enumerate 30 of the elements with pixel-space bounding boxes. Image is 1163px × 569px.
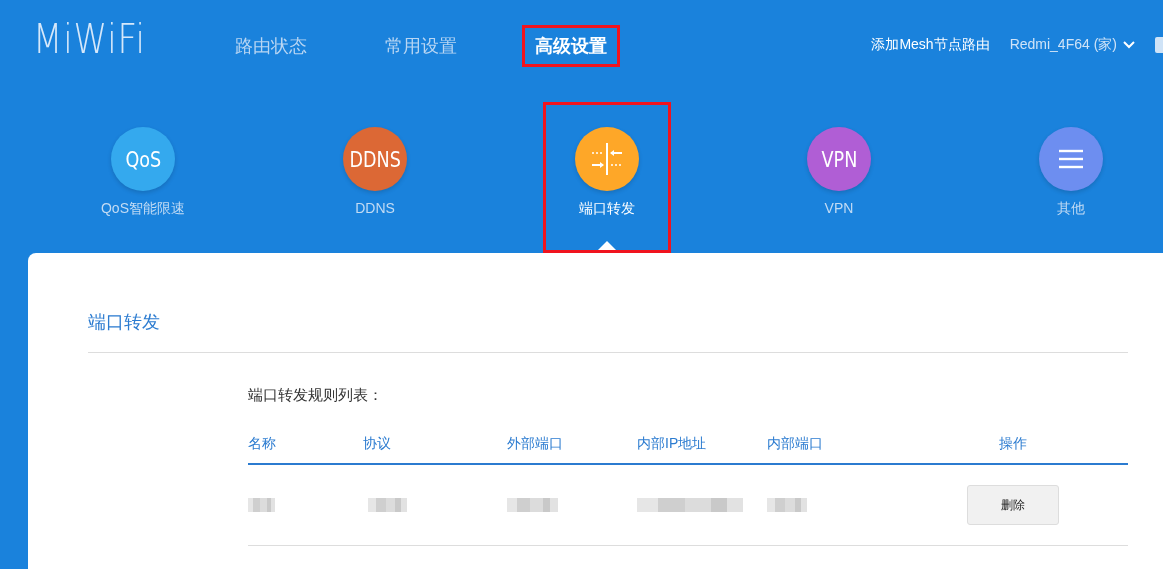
add-mesh-link[interactable]: 添加Mesh节点路由 <box>871 36 990 54</box>
feature-item[interactable]: VPN VPN <box>775 102 903 253</box>
port-forward-icon[interactable] <box>575 127 639 191</box>
feature-circle[interactable]: DDNS <box>343 127 407 191</box>
logo: MiWiFi <box>33 18 139 60</box>
device-name[interactable]: Redmi_4F64 (家) <box>1009 36 1117 54</box>
redacted-cell <box>767 498 807 512</box>
feature-circle[interactable]: QoS <box>111 127 175 191</box>
column-header: 名称 <box>248 435 277 453</box>
column-header: 内部端口 <box>767 435 824 453</box>
nav-tab[interactable]: 高级设置 <box>525 28 617 64</box>
feature-item[interactable]: QoS QoS智能限速 <box>79 102 207 253</box>
delete-button[interactable]: 删除 <box>966 485 1059 525</box>
column-header: 内部IP地址 <box>637 435 708 453</box>
redacted-cell <box>507 498 558 512</box>
panel-title: 端口转发 <box>88 310 1128 353</box>
feature-circle[interactable]: VPN <box>807 127 871 191</box>
column-header: 操作 <box>997 435 1028 453</box>
chevron-down-icon[interactable] <box>1123 41 1135 49</box>
column-header: 外部端口 <box>507 435 564 453</box>
redacted-cell <box>248 498 275 512</box>
redacted-cell <box>368 498 407 512</box>
feature-item[interactable]: 端口转发 <box>543 102 671 253</box>
nav-tab[interactable]: 常用设置 <box>375 28 467 64</box>
column-header: 协议 <box>363 435 392 453</box>
feature-item[interactable]: DDNS DDNS <box>311 102 439 253</box>
list-heading: 端口转发规则列表： <box>248 386 384 405</box>
menu-icon[interactable] <box>1039 127 1103 191</box>
nav-tab[interactable]: 路由状态 <box>225 28 317 64</box>
feature-item[interactable]: 其他 <box>1007 102 1135 253</box>
